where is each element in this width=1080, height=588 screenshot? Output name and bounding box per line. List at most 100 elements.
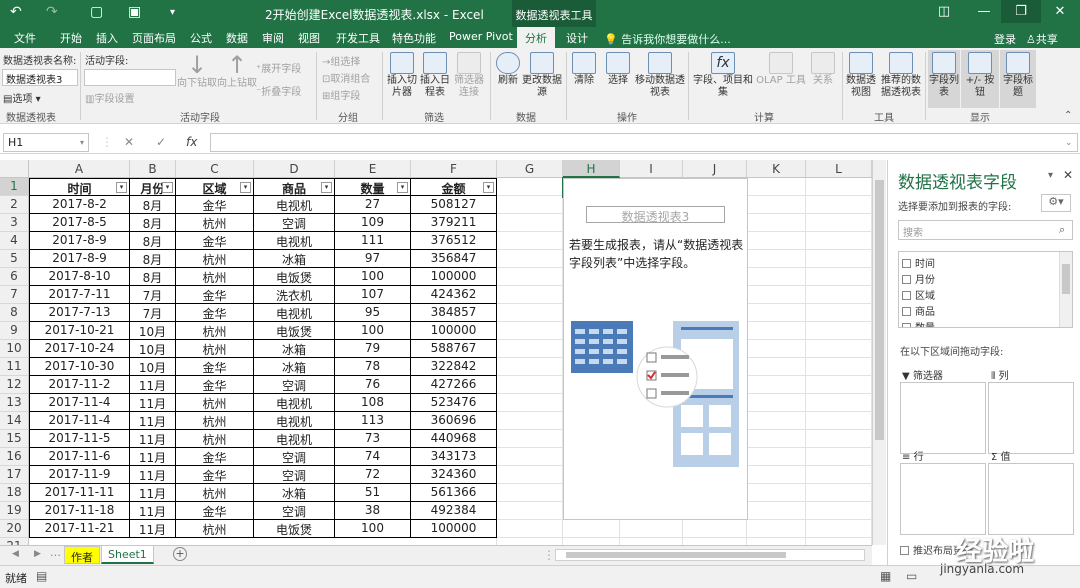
table-cell[interactable]: 金华 xyxy=(176,466,254,484)
table-cell[interactable]: 冰箱 xyxy=(254,358,335,376)
insert-slicer-button[interactable]: 插入切片器 xyxy=(385,52,419,99)
table-cell[interactable]: 杭州 xyxy=(176,250,254,268)
column-header-e[interactable]: E xyxy=(335,160,411,178)
tab-developer[interactable]: 开发工具 xyxy=(336,30,380,46)
formula-input[interactable] xyxy=(210,133,1078,152)
share-button[interactable]: ♙共享 xyxy=(1026,31,1058,47)
values-drop-area[interactable] xyxy=(988,463,1074,535)
normal-view-icon[interactable]: ▦ xyxy=(880,569,891,583)
add-sheet-icon[interactable]: + xyxy=(173,547,187,561)
select-button[interactable]: 选择 xyxy=(602,52,634,87)
expand-formula-icon[interactable]: ⌄ xyxy=(1065,138,1073,148)
table-cell[interactable]: 100000 xyxy=(411,520,497,538)
active-field-input[interactable] xyxy=(84,69,176,86)
table-cell[interactable]: 107 xyxy=(335,286,411,304)
table-cell[interactable]: 7月 xyxy=(130,286,176,304)
table-cell[interactable]: 424362 xyxy=(411,286,497,304)
tab-data[interactable]: 数据 xyxy=(226,30,248,46)
table-cell[interactable]: 2017-8-5 xyxy=(29,214,130,232)
table-cell[interactable]: 电视机 xyxy=(254,304,335,322)
tab-insert[interactable]: 插入 xyxy=(96,30,118,46)
table-cell[interactable]: 74 xyxy=(335,448,411,466)
column-header-l[interactable]: L xyxy=(806,160,872,178)
field-list-scrollbar[interactable] xyxy=(1059,252,1072,327)
field-list-button[interactable]: 字段列表 xyxy=(928,50,960,108)
table-cell[interactable]: 100000 xyxy=(411,322,497,340)
table-cell[interactable]: 73 xyxy=(335,430,411,448)
sheet-tab-author[interactable]: 作者 xyxy=(64,546,100,564)
pivot-name-input[interactable]: 数据透视表3 xyxy=(2,69,78,86)
table-cell[interactable]: 电视机 xyxy=(254,394,335,412)
table-cell[interactable]: 2017-7-11 xyxy=(29,286,130,304)
row-header-13[interactable]: 13 xyxy=(0,394,29,412)
table-cell[interactable]: 11月 xyxy=(130,502,176,520)
tab-formulas[interactable]: 公式 xyxy=(190,30,212,46)
table-cell[interactable]: 2017-8-9 xyxy=(29,250,130,268)
table-cell[interactable]: 杭州 xyxy=(176,340,254,358)
table-cell[interactable]: 2017-11-6 xyxy=(29,448,130,466)
table-cell[interactable]: 2017-11-5 xyxy=(29,430,130,448)
checkbox[interactable] xyxy=(902,307,911,316)
table-cell[interactable]: 11月 xyxy=(130,412,176,430)
column-header-d[interactable]: D xyxy=(254,160,335,178)
table-cell[interactable]: 109 xyxy=(335,214,411,232)
macro-record-icon[interactable]: ▤ xyxy=(36,569,47,583)
row-header-5[interactable]: 5 xyxy=(0,250,29,268)
sheet-tab-sheet1[interactable]: Sheet1 xyxy=(101,546,154,564)
row-header-10[interactable]: 10 xyxy=(0,340,29,358)
row-header-15[interactable]: 15 xyxy=(0,430,29,448)
filters-drop-area[interactable] xyxy=(900,382,986,454)
table-cell[interactable]: 588767 xyxy=(411,340,497,358)
table-cell[interactable]: 11月 xyxy=(130,394,176,412)
tab-analyze[interactable]: 分析 xyxy=(517,27,555,48)
columns-drop-area[interactable] xyxy=(988,382,1074,454)
table-cell[interactable]: 11月 xyxy=(130,466,176,484)
table-cell[interactable]: 523476 xyxy=(411,394,497,412)
table-cell[interactable]: 100 xyxy=(335,268,411,286)
refresh-button[interactable]: 刷新 xyxy=(493,52,523,87)
insert-timeline-button[interactable]: 插入日程表 xyxy=(418,52,452,99)
table-cell[interactable]: 72 xyxy=(335,466,411,484)
table-cell[interactable]: 2017-8-2 xyxy=(29,196,130,214)
table-cell[interactable]: 冰箱 xyxy=(254,484,335,502)
field-headers-button[interactable]: 字段标题 xyxy=(1000,50,1036,108)
name-box-dropdown-icon[interactable]: ▾ xyxy=(80,138,84,147)
table-cell[interactable]: 金华 xyxy=(176,232,254,250)
drill-up-button[interactable]: ↑ 向上钻取 xyxy=(217,52,257,90)
column-header-b[interactable]: B xyxy=(130,160,176,178)
header-cell-month[interactable]: 月份 ▾ xyxy=(130,178,176,196)
scroll-thumb[interactable] xyxy=(566,552,786,558)
close-pane-icon[interactable]: ✕ xyxy=(1063,168,1073,182)
column-header-j[interactable]: J xyxy=(683,160,747,178)
tab-design[interactable]: 设计 xyxy=(566,30,588,46)
table-cell[interactable]: 2017-11-4 xyxy=(29,412,130,430)
column-header-i[interactable]: I xyxy=(620,160,683,178)
recommended-pivot-button[interactable]: 推荐的数据透视表 xyxy=(878,52,924,99)
table-cell[interactable]: 电视机 xyxy=(254,232,335,250)
table-cell[interactable]: 空调 xyxy=(254,214,335,232)
pivot-chart-button[interactable]: 数据透视图 xyxy=(845,52,877,99)
table-cell[interactable]: 电饭煲 xyxy=(254,520,335,538)
tab-power-pivot[interactable]: Power Pivot xyxy=(449,30,513,43)
table-cell[interactable]: 11月 xyxy=(130,376,176,394)
drill-down-button[interactable]: ↓ 向下钻取 xyxy=(177,52,217,90)
filter-dropdown-icon[interactable]: ▾ xyxy=(321,182,332,193)
next-sheet-icon[interactable]: ▶ xyxy=(34,549,41,559)
ungroup-button[interactable]: ⊡取消组合 xyxy=(322,70,370,85)
fields-items-sets-button[interactable]: fx 字段、项目和集 xyxy=(691,52,755,99)
table-cell[interactable]: 杭州 xyxy=(176,412,254,430)
table-cell[interactable]: 电视机 xyxy=(254,196,335,214)
table-cell[interactable]: 440968 xyxy=(411,430,497,448)
row-header-9[interactable]: 9 xyxy=(0,322,29,340)
checkbox[interactable] xyxy=(900,546,909,555)
table-cell[interactable]: 电饭煲 xyxy=(254,268,335,286)
table-cell[interactable]: 343173 xyxy=(411,448,497,466)
table-cell[interactable]: 76 xyxy=(335,376,411,394)
plus-minus-button[interactable]: +/- 按钮 xyxy=(961,50,999,108)
pivot-table-placeholder[interactable]: 数据透视表3 若要生成报表，请从“数据透视表字段列表”中选择字段。 xyxy=(563,178,748,520)
table-cell[interactable]: 10月 xyxy=(130,340,176,358)
table-cell[interactable]: 冰箱 xyxy=(254,250,335,268)
header-cell-amount[interactable]: 金额 ▾ xyxy=(411,178,497,196)
expand-field-button[interactable]: ⁺展开字段 xyxy=(256,60,301,75)
row-header-11[interactable]: 11 xyxy=(0,358,29,376)
